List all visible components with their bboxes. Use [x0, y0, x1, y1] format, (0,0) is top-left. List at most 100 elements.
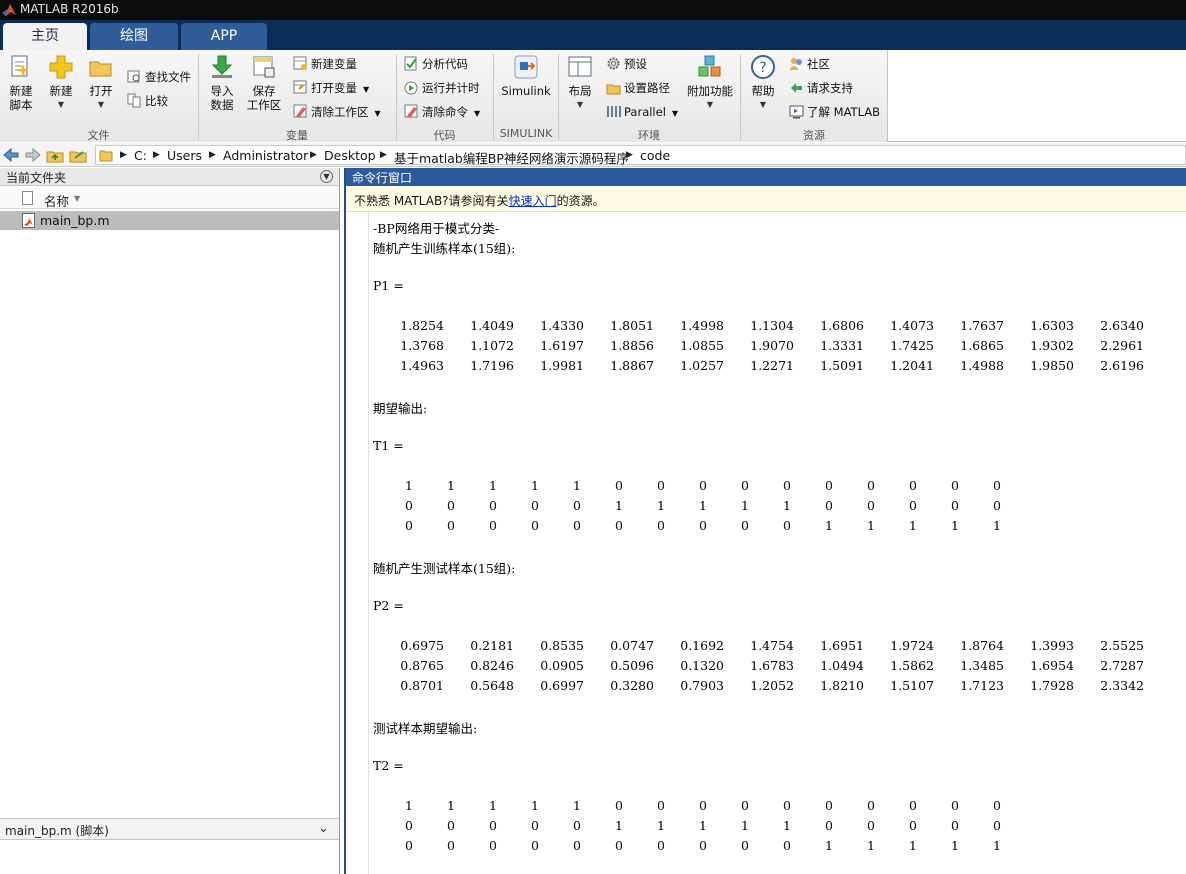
matrix-cell: 1: [699, 498, 707, 513]
matrix-cell: 0.8535: [540, 638, 584, 653]
matrix-cell: 0: [573, 498, 581, 513]
matrix-cell: 1.7928: [1030, 678, 1074, 693]
compare-icon: [127, 93, 141, 108]
import-data-button[interactable]: 导入 数据: [207, 54, 237, 112]
new-variable-button[interactable]: 新建变量: [293, 54, 357, 74]
matrix-cell: 0: [909, 798, 917, 813]
ribbon-toolstrip: 新建 脚本 新建 ▼ 打开 ▼ 查找文件 比较 文件 导入 数据 保存 工作区 …: [0, 50, 888, 142]
save-workspace-icon: [253, 56, 275, 78]
notice-text-after: 的资源。: [556, 194, 605, 208]
matrix-cell: 0.8701: [400, 678, 444, 693]
preferences-button[interactable]: 预设: [606, 54, 647, 74]
matrix-cell: 0: [909, 478, 917, 493]
layout-button[interactable]: 布局 ▼: [565, 54, 595, 112]
new-button[interactable]: 新建 ▼: [46, 54, 76, 112]
chevron-down-icon: ▼: [759, 100, 767, 109]
matrix-cell: 1: [615, 498, 623, 513]
open-variable-button[interactable]: 打开变量 ▼: [293, 78, 369, 98]
set-path-button[interactable]: 设置路径: [606, 78, 670, 98]
parallel-label: Parallel: [624, 105, 666, 119]
command-window[interactable]: 命令行窗口 不熟悉 MATLAB?请参阅有关快速入门的资源。 -BP网络用于模式…: [344, 168, 1186, 874]
matrix-cell: 1.5091: [820, 358, 864, 373]
matrix-cell: 0: [867, 498, 875, 513]
request-support-label: 请求支持: [807, 81, 853, 95]
clear-workspace-button[interactable]: 清除工作区 ▼: [293, 102, 381, 122]
help-icon: ?: [751, 55, 775, 79]
up-folder-icon[interactable]: [46, 146, 64, 164]
output-line: T1 =: [373, 438, 404, 453]
address-bar: ▶ C: ▶ Users ▶ Administrator ▶ Desktop ▶…: [0, 143, 1186, 167]
getting-started-link[interactable]: 快速入门: [509, 194, 557, 208]
path-field[interactable]: ▶ C: ▶ Users ▶ Administrator ▶ Desktop ▶…: [95, 145, 1186, 167]
breadcrumb-drive[interactable]: C:: [134, 148, 147, 163]
matrix-cell: 0: [489, 498, 497, 513]
matrix-cell: 0: [993, 818, 1001, 833]
matrix-cell: 1: [699, 818, 707, 833]
matrix-cell: 0: [531, 838, 539, 853]
matrix-cell: 1: [909, 838, 917, 853]
matrix-cell: 1: [489, 478, 497, 493]
addons-button[interactable]: 附加功能 ▼: [686, 54, 734, 112]
run-and-time-button[interactable]: 运行并计时: [404, 78, 480, 98]
forward-arrow-icon[interactable]: [24, 146, 42, 164]
tab-home[interactable]: 主页: [3, 23, 87, 50]
ribbon-tab-strip: 主页 绘图 APP: [0, 20, 1186, 50]
save-workspace-button[interactable]: 保存 工作区: [246, 54, 282, 112]
run-and-time-icon: [404, 81, 418, 95]
file-list-item[interactable]: main_bp.m: [0, 211, 339, 230]
browse-folder-icon[interactable]: [69, 146, 87, 164]
matrix-cell: 1.3768: [400, 338, 444, 353]
tab-apps[interactable]: APP: [181, 23, 267, 50]
matrix-cell: 1: [531, 478, 539, 493]
matrix-cell: 1.9070: [750, 338, 794, 353]
matrix-cell: 1.9724: [890, 638, 934, 653]
matrix-cell: 1.8051: [610, 318, 654, 333]
matrix-cell: 1: [783, 498, 791, 513]
back-arrow-icon[interactable]: [2, 146, 20, 164]
matrix-cell: 1.2052: [750, 678, 794, 693]
preferences-label: 预设: [624, 57, 647, 71]
file-type-column-icon: [22, 191, 33, 205]
help-button[interactable]: ? 帮助 ▼: [748, 54, 778, 112]
tab-plots[interactable]: 绘图: [90, 23, 178, 50]
matrix-cell: 0: [867, 478, 875, 493]
breadcrumb-desktop[interactable]: Desktop: [324, 148, 376, 163]
breadcrumb-administrator[interactable]: Administrator: [223, 148, 308, 163]
clear-commands-button[interactable]: 清除命令 ▼: [404, 102, 480, 122]
simulink-button[interactable]: Simulink: [500, 54, 552, 98]
learn-matlab-button[interactable]: 了解 MATLAB: [789, 102, 880, 122]
new-script-button[interactable]: 新建 脚本: [5, 54, 37, 112]
matrix-cell: 2.8: [1154, 638, 1186, 658]
parallel-button[interactable]: Parallel ▼: [606, 102, 678, 122]
find-files-button[interactable]: 查找文件: [127, 67, 191, 87]
matrix-cell: 1.4988: [960, 358, 1004, 373]
panel-menu-icon[interactable]: ▼: [320, 170, 333, 183]
matrix-cell: 0: [615, 798, 623, 813]
breadcrumb-project-folder[interactable]: 基于matlab编程BP神经网络演示源码程序: [394, 148, 629, 167]
matrix-cell: 1.7196: [470, 358, 514, 373]
getting-started-notice: 不熟悉 MATLAB?请参阅有关快速入门的资源。: [346, 188, 1186, 212]
matrix-cell: 1.0257: [680, 358, 724, 373]
breadcrumb-code[interactable]: code: [640, 148, 670, 163]
matrix-cell: 0: [783, 478, 791, 493]
community-button[interactable]: 社区: [789, 54, 830, 74]
learn-matlab-label: 了解 MATLAB: [807, 105, 881, 119]
addons-icon: [698, 55, 721, 77]
section-label-simulink: SIMULINK: [499, 127, 553, 140]
matrix-cell: 1: [867, 518, 875, 533]
details-panel-toggle[interactable]: main_bp.m (脚本) ⌄: [0, 818, 339, 840]
matrix-cell: 1: [993, 518, 1001, 533]
column-header[interactable]: 名称 ▼: [0, 188, 339, 209]
request-support-button[interactable]: 请求支持: [789, 78, 853, 98]
matrix-cell: 1: [825, 838, 833, 853]
analyze-code-button[interactable]: 分析代码: [404, 54, 468, 74]
parallel-icon: [607, 106, 621, 117]
matrix-cell: 0: [741, 478, 749, 493]
current-folder-title: 当前文件夹: [6, 171, 67, 185]
compare-button[interactable]: 比较: [127, 91, 168, 111]
breadcrumb-users[interactable]: Users: [167, 148, 202, 163]
sort-arrow-icon: ▼: [74, 194, 81, 203]
open-button[interactable]: 打开 ▼: [86, 54, 116, 112]
matrix-cell: 0: [951, 498, 959, 513]
set-path-icon: [606, 84, 621, 95]
